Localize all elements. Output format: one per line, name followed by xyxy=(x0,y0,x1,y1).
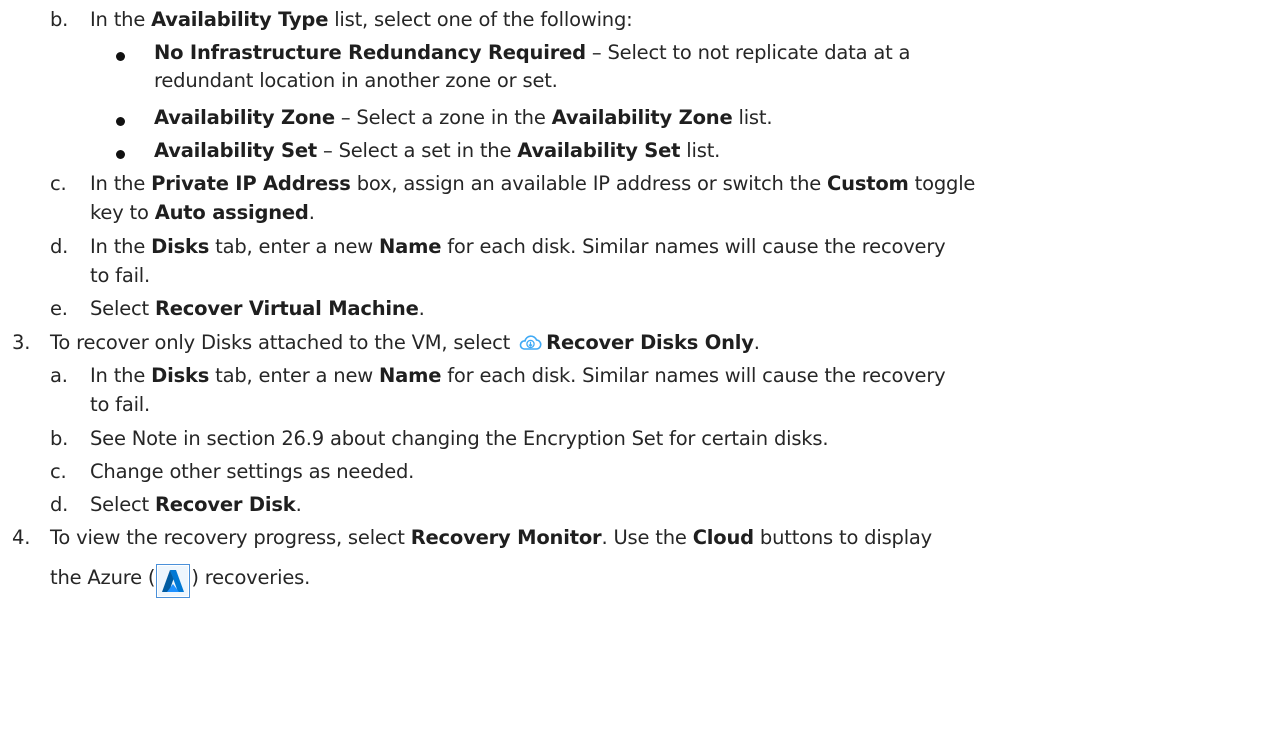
list-item-text: In the Disks tab, enter a new Name for e… xyxy=(90,364,946,387)
step-number: 3. xyxy=(12,331,31,354)
list-item-text: Select Recover Virtual Machine. xyxy=(90,297,425,320)
list-item-text: In the Private IP Address box, assign an… xyxy=(90,172,976,195)
list-item-marker: c. xyxy=(50,172,67,195)
step-text: To recover only Disks attached to the VM… xyxy=(50,329,760,361)
bullet-item-text: Availability Set – Select a set in the A… xyxy=(154,139,721,162)
list-item-text: In the Availability Type list, select on… xyxy=(90,8,633,31)
list-item-marker: c. xyxy=(50,460,67,483)
bullet-item-continuation: redundant location in another zone or se… xyxy=(154,69,558,92)
document-page: b. In the Availability Type list, select… xyxy=(0,0,1268,738)
list-item-continuation: to fail. xyxy=(90,264,151,287)
list-item-marker: e. xyxy=(50,297,68,320)
list-item-marker: d. xyxy=(50,493,69,516)
step-continuation: the Azure () recoveries. xyxy=(50,564,310,606)
list-item-marker: a. xyxy=(50,364,68,387)
list-item-text: Select Recover Disk. xyxy=(90,493,302,516)
bullet-item-text: No Infrastructure Redundancy Required – … xyxy=(154,41,911,64)
list-item-marker: d. xyxy=(50,235,69,258)
bullet-item-text: Availability Zone – Select a zone in the… xyxy=(154,106,773,129)
azure-logo-icon xyxy=(156,564,191,606)
list-item-text: In the Disks tab, enter a new Name for e… xyxy=(90,235,946,258)
list-item-text: Change other settings as needed. xyxy=(90,460,415,483)
list-item-marker: b. xyxy=(50,8,69,31)
step-number: 4. xyxy=(12,526,31,549)
step-text: To view the recovery progress, select Re… xyxy=(50,526,933,549)
cloud-download-icon xyxy=(518,333,542,361)
list-item-continuation: to fail. xyxy=(90,393,151,416)
list-item-text: See Note in section 26.9 about changing … xyxy=(90,427,829,450)
list-item-marker: b. xyxy=(50,427,69,450)
bullet-dot xyxy=(116,150,125,159)
bullet-dot xyxy=(116,117,125,126)
list-item-continuation: key to Auto assigned. xyxy=(90,201,315,224)
bullet-dot xyxy=(116,52,125,61)
